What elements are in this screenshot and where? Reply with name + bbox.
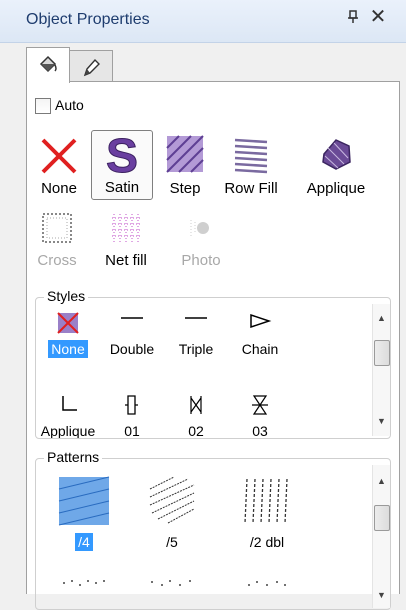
step-fill-icon [166, 135, 204, 173]
scroll-thumb[interactable] [374, 505, 390, 531]
style-label: Chain [241, 341, 279, 357]
panel-title: Object Properties [26, 11, 150, 28]
row-fill-icon [234, 138, 268, 174]
style-item-triple[interactable]: Triple [164, 312, 228, 357]
pattern-dots-1-icon [63, 580, 105, 586]
pattern-label: /4 [75, 533, 93, 551]
style-item-double[interactable]: Double [100, 312, 164, 357]
fill-type-none[interactable]: None [33, 134, 85, 197]
panel-titlebar: Object Properties ✕ [0, 0, 406, 43]
pattern-item-dots-2[interactable] [134, 577, 210, 595]
pin-icon[interactable] [344, 10, 362, 27]
pattern-item-slash2dbl[interactable]: /2 dbl [222, 475, 312, 550]
pattern-item-slash4[interactable]: /4 [46, 475, 122, 551]
tab-strip [26, 42, 400, 83]
close-button[interactable]: ✕ [368, 6, 388, 28]
style-item-02[interactable]: 02 [164, 394, 228, 438]
fill-type-label: Photo [181, 252, 221, 269]
svg-text:S: S [106, 133, 138, 177]
fill-type-photo[interactable]: Photo [171, 208, 231, 269]
styles-group-label: Styles [44, 288, 89, 304]
patterns-group: Patterns /4 /5 /2 dbl ▲ ▼ [35, 449, 391, 610]
styles-list: None Double Triple Chain Applique 01 02 … [36, 304, 372, 438]
patterns-scrollbar[interactable]: ▲ ▼ [372, 465, 390, 608]
none-red-x-icon [41, 138, 77, 174]
tab-fill[interactable] [26, 47, 70, 83]
style-item-applique[interactable]: Applique [36, 394, 100, 438]
pattern-item-slash5[interactable]: /5 [134, 475, 210, 550]
fill-type-satin[interactable]: S Satin [91, 130, 153, 200]
pencil-icon [83, 58, 100, 77]
pattern-label: /2 dbl [249, 534, 285, 550]
fill-type-applique[interactable]: Applique [291, 134, 381, 197]
pattern-slash4-icon [58, 476, 110, 526]
fill-type-cross[interactable]: Cross [31, 208, 83, 269]
fill-type-step[interactable]: Step [159, 134, 211, 197]
fill-type-label: Satin [104, 179, 140, 196]
style-item-chain[interactable]: Chain [228, 312, 292, 357]
styles-scrollbar[interactable]: ▲ ▼ [372, 304, 390, 436]
patterns-list: /4 /5 /2 dbl [36, 465, 372, 595]
triple-line-icon [185, 317, 207, 319]
scroll-up-icon[interactable]: ▲ [373, 310, 390, 327]
style-item-01[interactable]: 01 [100, 394, 164, 438]
cross-stitch-icon [42, 213, 72, 243]
scroll-thumb[interactable] [374, 340, 390, 366]
net-fill-icon [112, 214, 140, 242]
double-line-icon [121, 317, 143, 319]
style-label: 02 [188, 423, 204, 438]
fill-type-label: Applique [306, 180, 366, 197]
style-label: 03 [252, 423, 268, 438]
styles-group: Styles None Double Triple Chain Applique… [35, 288, 391, 439]
scroll-down-icon[interactable]: ▼ [373, 587, 390, 604]
photo-icon [190, 220, 209, 236]
paint-bucket-icon [39, 55, 57, 73]
satin-s-icon: S [105, 130, 138, 184]
style-03-icon [252, 395, 268, 415]
style-item-none[interactable]: None [36, 312, 100, 358]
patterns-group-label: Patterns [44, 449, 103, 465]
none-style-icon [57, 312, 79, 334]
style-item-03[interactable]: 03 [228, 394, 292, 438]
fill-type-label: None [41, 180, 77, 197]
chain-icon [250, 313, 272, 329]
properties-panel: Auto None S Satin Step Row Fill Applique… [26, 81, 400, 610]
style-label: None [48, 340, 88, 358]
tab-outline[interactable] [69, 50, 113, 82]
style-label: Double [109, 341, 155, 357]
style-label: Triple [178, 341, 214, 357]
pattern-slash5-icon [149, 476, 195, 524]
auto-label: Auto [55, 97, 84, 113]
scroll-up-icon[interactable]: ▲ [373, 473, 390, 490]
applique-corner-icon [62, 396, 77, 411]
fill-type-label: Step [169, 180, 201, 197]
fill-type-net-fill[interactable]: Net fill [95, 208, 157, 269]
pattern-dots-2-icon [151, 580, 191, 586]
applique-icon [322, 139, 351, 170]
pattern-dots-3-icon [248, 581, 286, 586]
fill-type-row-fill[interactable]: Row Fill [215, 134, 287, 197]
style-01-icon [125, 395, 138, 415]
fill-type-label: Cross [37, 252, 77, 269]
fill-type-label: Net fill [105, 252, 147, 269]
pattern-item-dots-3[interactable] [222, 577, 312, 595]
pattern-label: /5 [166, 534, 178, 550]
fill-type-label: Row Fill [224, 180, 278, 197]
style-02-icon [190, 396, 202, 414]
scroll-down-icon[interactable]: ▼ [373, 413, 390, 430]
pattern-slash2dbl-icon [244, 478, 288, 524]
auto-checkbox[interactable] [35, 98, 51, 114]
pattern-item-dots-1[interactable] [46, 577, 122, 595]
style-label: Applique [40, 423, 96, 438]
style-label: 01 [124, 423, 140, 438]
